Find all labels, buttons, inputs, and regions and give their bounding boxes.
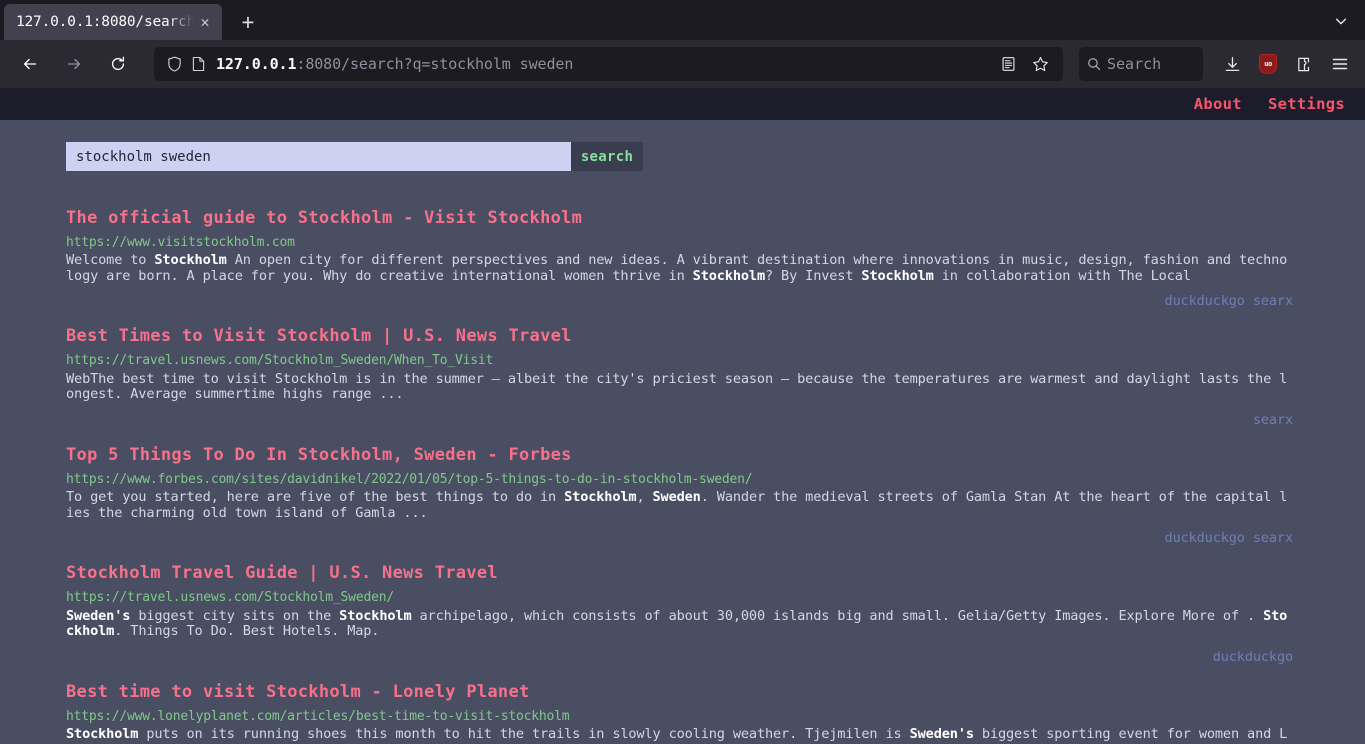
ublock-origin-icon[interactable]: uo — [1251, 48, 1285, 80]
search-form: search — [66, 142, 643, 171]
result-snippet: Stockholm puts on its running shoes this… — [66, 726, 1288, 744]
result-engines: duckduckgo searx — [1164, 530, 1294, 547]
result-title[interactable]: Best time to visit Stockholm - Lonely Pl… — [66, 681, 1293, 704]
nav-link-about[interactable]: About — [1194, 95, 1242, 113]
search-icon — [1088, 58, 1101, 71]
result-url[interactable]: https://www.visitstockholm.com — [66, 233, 1293, 253]
result-item: The official guide to Stockholm - Visit … — [66, 207, 1293, 309]
url-path: :8080/search?q=stockholm sweden — [296, 55, 574, 73]
search-button[interactable]: search — [571, 142, 643, 171]
forward-arrow-icon[interactable] — [56, 47, 92, 81]
reader-view-icon[interactable] — [993, 49, 1023, 79]
query-input[interactable] — [66, 142, 571, 171]
results-list: The official guide to Stockholm - Visit … — [0, 207, 1365, 744]
result-item: Top 5 Things To Do In Stockholm, Sweden … — [66, 444, 1293, 546]
result-snippet: WebThe best time to visit Stockholm is i… — [66, 370, 1288, 403]
result-item: Best time to visit Stockholm - Lonely Pl… — [66, 681, 1293, 744]
page-info-icon[interactable] — [186, 56, 210, 72]
browser-tab[interactable]: 127.0.0.1:8080/search ✕ — [4, 4, 222, 40]
bookmark-star-icon[interactable] — [1025, 49, 1055, 79]
back-arrow-icon[interactable] — [12, 47, 48, 81]
url-bar[interactable]: 127.0.0.1:8080/search?q=stockholm sweden — [154, 47, 1063, 81]
navigation-toolbar: 127.0.0.1:8080/search?q=stockholm sweden… — [0, 40, 1365, 88]
toolbar-right-icons: uo — [1215, 48, 1357, 80]
tab-title: 127.0.0.1:8080/search — [16, 14, 194, 30]
result-snippet: To get you started, here are five of the… — [66, 489, 1288, 521]
browser-chrome: 127.0.0.1:8080/search ✕ + 127.0.0.1:8080… — [0, 0, 1365, 88]
result-title[interactable]: Best Times to Visit Stockholm | U.S. New… — [66, 325, 1293, 348]
result-url[interactable]: https://travel.usnews.com/Stockholm_Swed… — [66, 351, 1293, 371]
close-icon[interactable]: ✕ — [194, 11, 216, 33]
result-url[interactable]: https://travel.usnews.com/Stockholm_Swed… — [66, 588, 1293, 608]
extensions-icon[interactable] — [1287, 48, 1321, 80]
result-title[interactable]: Top 5 Things To Do In Stockholm, Sweden … — [66, 444, 1293, 467]
url-text: 127.0.0.1:8080/search?q=stockholm sweden — [210, 55, 993, 73]
result-url[interactable]: https://www.lonelyplanet.com/articles/be… — [66, 707, 1293, 727]
result-title[interactable]: Stockholm Travel Guide | U.S. News Trave… — [66, 562, 1293, 585]
new-tab-button[interactable]: + — [232, 6, 264, 38]
hamburger-menu-icon[interactable] — [1323, 48, 1357, 80]
chevron-down-icon[interactable] — [1325, 6, 1357, 36]
download-icon[interactable] — [1215, 48, 1249, 80]
search-placeholder: Search — [1107, 55, 1162, 73]
site-header: About Settings — [0, 88, 1365, 120]
result-engines: duckduckgo searx — [1164, 293, 1294, 310]
result-snippet: Welcome to Stockholm An open city for di… — [66, 252, 1288, 284]
shield-icon[interactable] — [162, 56, 186, 72]
url-bar-icons — [993, 49, 1055, 79]
reload-icon[interactable] — [100, 47, 136, 81]
nav-link-settings[interactable]: Settings — [1268, 95, 1345, 113]
result-engines: searx — [1252, 411, 1293, 428]
result-item: Stockholm Travel Guide | U.S. News Trave… — [66, 562, 1293, 664]
search-input[interactable]: Search — [1079, 47, 1203, 81]
result-engines: duckduckgo — [1212, 648, 1293, 665]
result-title[interactable]: The official guide to Stockholm - Visit … — [66, 207, 1293, 230]
tab-strip: 127.0.0.1:8080/search ✕ + — [0, 0, 1365, 40]
result-snippet: Sweden's biggest city sits on the Stockh… — [66, 607, 1288, 640]
result-url[interactable]: https://www.forbes.com/sites/davidnikel/… — [66, 470, 1293, 490]
searx-page: About Settings search The official guide… — [0, 88, 1365, 744]
url-host: 127.0.0.1 — [216, 55, 297, 73]
result-item: Best Times to Visit Stockholm | U.S. New… — [66, 325, 1293, 427]
ublock-badge: uo — [1259, 54, 1277, 74]
